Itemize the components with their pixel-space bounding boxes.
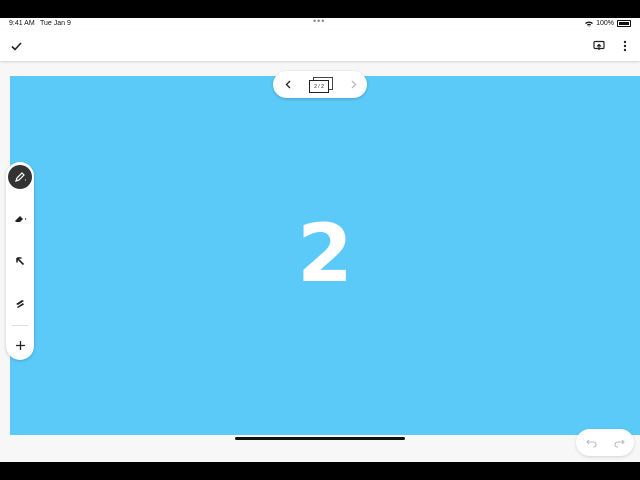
laser-pointer-icon[interactable] xyxy=(8,291,32,315)
drawing-toolbar xyxy=(6,162,34,360)
multitask-dots[interactable]: ••• xyxy=(313,18,325,26)
battery-percent: 100% xyxy=(596,20,614,27)
app-screen: 9:41 AM Tue Jan 9 ••• 100% 2 2 / 2 xyxy=(0,18,640,462)
page-thumbnail[interactable]: 2 / 2 xyxy=(309,77,333,93)
slide-canvas[interactable]: 2 xyxy=(10,76,640,435)
present-icon[interactable] xyxy=(592,39,606,53)
undo-icon[interactable] xyxy=(584,436,598,450)
page-indicator: 2 / 2 xyxy=(309,80,329,93)
status-right: 100% xyxy=(585,20,631,27)
undo-redo-bar xyxy=(576,429,634,456)
status-date: Tue Jan 9 xyxy=(40,20,71,27)
add-icon[interactable] xyxy=(8,333,32,357)
wifi-icon xyxy=(585,21,594,27)
toolbar-divider xyxy=(12,325,28,326)
slide-number: 2 xyxy=(297,207,353,300)
more-vertical-icon[interactable] xyxy=(618,39,632,53)
eraser-icon[interactable] xyxy=(8,207,32,231)
redo-icon[interactable] xyxy=(612,436,626,450)
checkmark-icon[interactable] xyxy=(9,39,23,53)
pen-icon[interactable] xyxy=(8,165,32,189)
chevron-right-icon[interactable] xyxy=(347,77,361,91)
arrow-icon[interactable] xyxy=(8,249,32,273)
home-indicator[interactable] xyxy=(235,437,405,440)
page-navigator: 2 / 2 xyxy=(273,71,367,98)
status-bar: 9:41 AM Tue Jan 9 ••• 100% xyxy=(0,18,640,30)
status-time: 9:41 AM xyxy=(9,20,35,27)
battery-icon xyxy=(617,20,631,27)
chevron-left-icon[interactable] xyxy=(281,77,295,91)
top-toolbar xyxy=(0,30,640,61)
